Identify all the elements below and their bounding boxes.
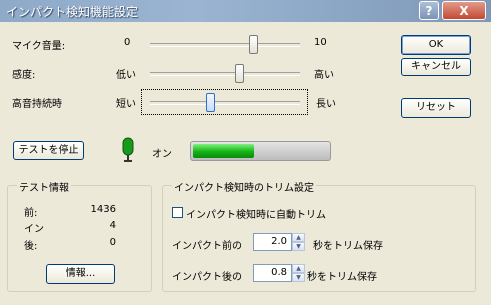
trim-before-input[interactable]: 2.0	[253, 233, 292, 251]
high-pitch-duration-track[interactable]	[150, 101, 300, 105]
auto-trim-checkbox[interactable]	[172, 207, 183, 218]
after-count-value: 0	[109, 237, 116, 248]
trim-before-suffix: 秒をトリム保存	[313, 241, 383, 252]
window-title: インパクト検知機能設定	[6, 5, 139, 19]
in-count-label: イン	[24, 224, 44, 235]
sensitivity-min-label: 低い	[116, 70, 136, 81]
mic-volume-label: マイク音量:	[12, 41, 66, 52]
sensitivity-label: 感度:	[12, 70, 36, 81]
mic-volume-min-label: 0	[124, 37, 131, 48]
ok-button[interactable]: OK	[401, 35, 471, 55]
before-count-label: 前:	[24, 208, 38, 219]
spin-down-icon[interactable]: ▼	[292, 273, 305, 282]
input-level-fill	[193, 144, 254, 158]
high-pitch-duration-label: 高音持続時	[12, 99, 62, 110]
trim-before-spinner[interactable]: ▲ ▼	[292, 233, 305, 251]
high-pitch-duration-slider-thumb[interactable]	[206, 93, 215, 112]
spin-down-icon[interactable]: ▼	[292, 242, 305, 251]
test-status-label: オン	[152, 149, 172, 160]
trim-after-spinner[interactable]: ▲ ▼	[292, 264, 305, 282]
high-pitch-duration-max-label: 長い	[316, 99, 336, 110]
auto-trim-label[interactable]: インパクト検知時に自動トリム	[186, 206, 326, 221]
impact-detection-dialog: インパクト検知機能設定 ? X マイク音量: 0 10 感度: 低い 高い 高音…	[0, 0, 491, 305]
help-button[interactable]: ?	[419, 1, 439, 20]
stop-test-button[interactable]: テストを停止	[13, 141, 84, 160]
trim-after-input[interactable]: 0.8	[253, 264, 292, 282]
trim-after-suffix: 秒をトリム保存	[307, 272, 377, 283]
title-bar[interactable]: インパクト検知機能設定 ? X	[0, 0, 491, 22]
after-count-label: 後:	[24, 241, 38, 252]
microphone-icon	[122, 137, 134, 162]
high-pitch-duration-min-label: 短い	[116, 99, 136, 110]
mic-volume-track[interactable]	[150, 43, 300, 47]
in-count-value: 4	[109, 220, 116, 231]
close-button[interactable]: X	[442, 1, 486, 20]
close-icon: X	[459, 4, 469, 18]
reset-button[interactable]: リセット	[401, 98, 471, 118]
cancel-button[interactable]: キャンセル	[401, 58, 471, 76]
trim-after-label: インパクト後の	[172, 272, 242, 283]
help-icon: ?	[425, 4, 433, 18]
mic-volume-slider-thumb[interactable]	[249, 35, 258, 54]
mic-volume-max-label: 10	[314, 37, 327, 48]
info-button[interactable]: 情報...	[46, 264, 115, 284]
before-count-value: 1436	[90, 204, 116, 215]
input-level-meter	[190, 141, 331, 161]
spin-up-icon[interactable]: ▲	[292, 233, 305, 242]
test-info-title: テスト情報	[17, 179, 71, 194]
sensitivity-track[interactable]	[150, 72, 300, 76]
spin-up-icon[interactable]: ▲	[292, 264, 305, 273]
trim-before-label: インパクト前の	[172, 241, 242, 252]
trim-settings-title: インパクト検知時のトリム設定	[172, 179, 316, 194]
sensitivity-slider-thumb[interactable]	[235, 64, 244, 83]
sensitivity-max-label: 高い	[314, 70, 334, 81]
